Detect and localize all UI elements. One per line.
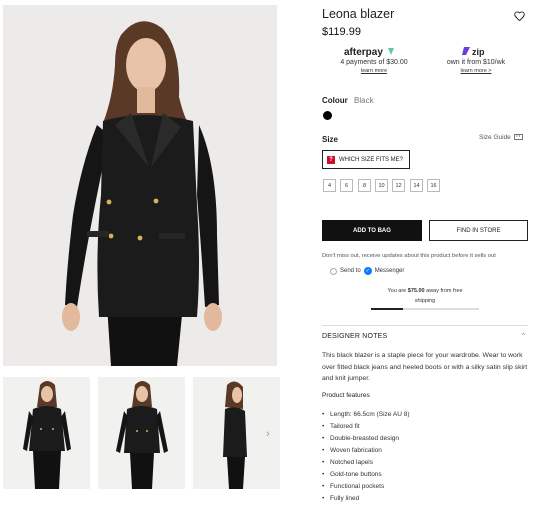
add-to-bag-button[interactable]: ADD TO BAG	[322, 220, 422, 241]
size-option-14[interactable]: 14	[410, 179, 423, 192]
find-in-store-button[interactable]: FIND IN STORE	[429, 220, 528, 241]
main-product-image[interactable]	[3, 5, 277, 366]
product-features-title: Product features	[322, 392, 370, 399]
messenger-optin: Send to ✓ Messenger	[330, 267, 404, 275]
size-help-icon: ?	[327, 155, 335, 164]
product-description: This black blazer is a staple piece for …	[322, 352, 528, 382]
model-front-illustration	[3, 5, 277, 366]
zip-text: own it from $10/wk	[446, 59, 506, 66]
size-option-10[interactable]: 10	[375, 179, 388, 192]
size-option-4[interactable]: 4	[323, 179, 336, 192]
colour-value: Black	[354, 96, 374, 105]
section-divider	[322, 325, 528, 326]
feature-item: Fully lined	[322, 493, 410, 505]
shipping-prefix: You are	[387, 288, 408, 294]
size-guide-link[interactable]: Size Guide	[479, 134, 523, 141]
afterpay-text: 4 payments of $30.00	[340, 59, 408, 66]
feature-item: Double-breasted design	[322, 433, 410, 445]
free-shipping-message: You are $75.00 away from free shipping	[370, 286, 480, 306]
messenger-icon: ✓	[363, 267, 372, 275]
feature-item: Tailored fit	[322, 421, 410, 433]
feature-item: Functional pockets	[322, 481, 410, 493]
colour-row: Colour Black	[322, 96, 374, 105]
thumbnail-front-open-illustration	[3, 377, 90, 489]
thumbnail-2[interactable]	[98, 377, 185, 489]
afterpay-logo: afterpay	[319, 45, 429, 58]
feature-item: Length: 66.5cm (Size AU 8)	[322, 409, 410, 421]
size-option-16[interactable]: 16	[427, 179, 440, 192]
designer-notes-title[interactable]: DESIGNER NOTES	[322, 333, 387, 340]
afterpay-learn-more-link[interactable]: learn more	[319, 68, 429, 74]
size-option-8[interactable]: 8	[358, 179, 371, 192]
feature-item: Notched lapels	[322, 457, 410, 469]
wishlist-heart-icon[interactable]	[514, 8, 525, 26]
colour-label: Colour	[322, 96, 348, 105]
thumbnail-front-illustration	[98, 377, 185, 489]
size-guide-label: Size Guide	[479, 134, 511, 141]
send-to-label: Send to	[340, 268, 361, 274]
thumbnail-1[interactable]	[3, 377, 90, 489]
shipping-suffix: away from free	[424, 288, 463, 294]
zip-logo: zip	[421, 45, 531, 57]
product-title: Leona blazer	[322, 7, 395, 21]
messenger-checkbox[interactable]	[330, 267, 337, 275]
afterpay-block: afterpay 4 payments of $30.00 learn more	[319, 45, 429, 74]
which-size-label: WHICH SIZE FITS ME?	[339, 156, 404, 163]
zip-block: zip own it from $10/wk learn more >	[421, 45, 531, 74]
messenger-label: Messenger	[374, 268, 405, 274]
updates-message: Don't miss out, receive updates about th…	[322, 253, 496, 259]
chevron-up-icon[interactable]: ^	[522, 333, 525, 339]
shipping-line2: shipping	[414, 298, 436, 304]
free-shipping-progress-fill	[371, 308, 404, 310]
which-size-fits-me-button[interactable]: ? WHICH SIZE FITS ME?	[322, 150, 410, 169]
ruler-icon	[513, 134, 523, 141]
colour-swatch-black[interactable]	[323, 111, 332, 120]
zip-learn-more-link[interactable]: learn more >	[421, 68, 531, 74]
feature-item: Gold-tone buttons	[322, 469, 410, 481]
feature-item: Woven fabrication	[322, 445, 410, 457]
free-shipping-progress-bar	[371, 308, 479, 310]
size-label: Size	[322, 135, 339, 144]
shipping-amount: $75.00	[407, 288, 425, 294]
size-option-12[interactable]: 12	[392, 179, 405, 192]
svg-text:zip: zip	[472, 47, 485, 57]
svg-text:afterpay: afterpay	[344, 47, 383, 57]
thumbnail-next-icon[interactable]: ›	[266, 428, 270, 440]
size-option-6[interactable]: 6	[340, 179, 353, 192]
product-features-list: Length: 66.5cm (Size AU 8) Tailored fit …	[322, 409, 410, 505]
product-price: $119.99	[322, 26, 361, 38]
